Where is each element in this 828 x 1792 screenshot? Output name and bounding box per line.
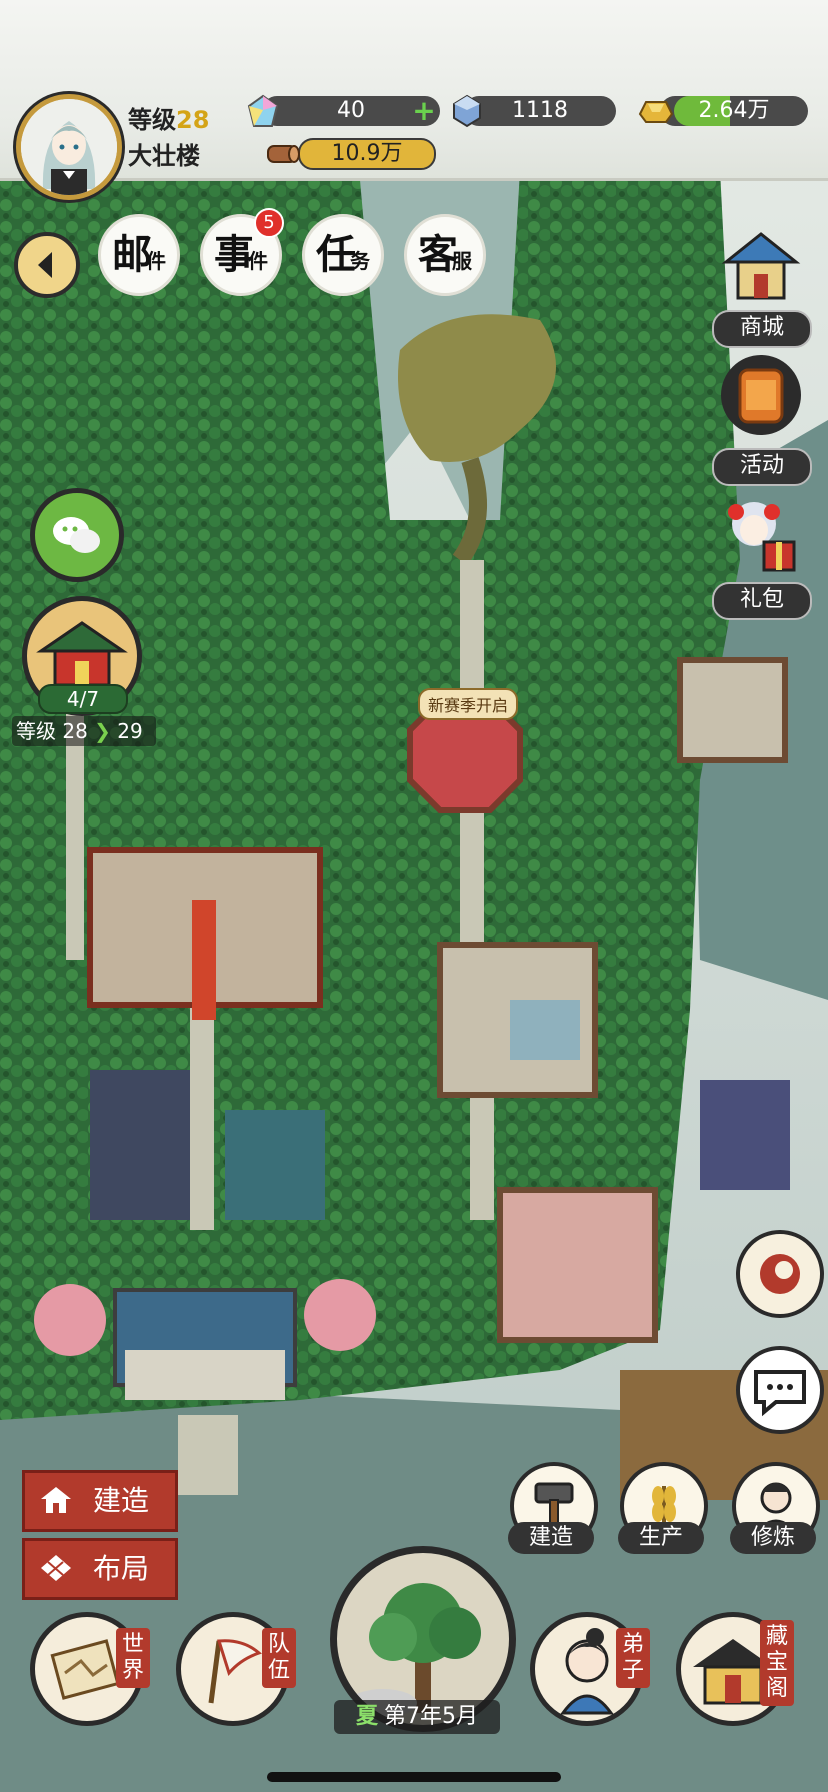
shop-button[interactable] xyxy=(716,222,806,312)
disciples-label: 弟 子 xyxy=(616,1628,650,1688)
gift-button[interactable] xyxy=(714,490,804,580)
hall-level-from: 28 xyxy=(62,719,88,743)
chat-button[interactable] xyxy=(736,1346,824,1434)
wechat-icon xyxy=(53,517,100,553)
crystal-value: 1118 xyxy=(512,98,568,123)
back-button[interactable] xyxy=(14,232,80,298)
events-badge: 5 xyxy=(254,208,284,238)
treasury-char-2: 宝 xyxy=(765,1650,788,1675)
sect-news-button[interactable] xyxy=(736,1230,824,1318)
cultivate-label[interactable]: 修炼 xyxy=(730,1522,816,1554)
swirl-icon xyxy=(760,1254,800,1294)
world-char-2: 界 xyxy=(121,1658,144,1683)
tasks-button[interactable]: 任务 xyxy=(302,214,384,296)
wood-value: 10.9万 xyxy=(331,141,403,166)
hall-level-upgrade: 等级 28 ❯ 29 xyxy=(12,716,156,746)
activity-button[interactable] xyxy=(716,350,806,440)
hall-level-to: 29 xyxy=(117,719,143,743)
gold-counter[interactable]: 2.64万 xyxy=(660,96,808,126)
gift-girl-icon xyxy=(728,502,796,572)
crystal-icon xyxy=(453,94,481,128)
arrow-left-icon xyxy=(38,252,52,278)
grid-tiles-icon xyxy=(41,1555,71,1581)
hall-progress: 4/7 xyxy=(38,684,128,714)
world-label: 世 界 xyxy=(116,1628,150,1688)
game-date: 夏第7年5月 xyxy=(334,1700,500,1734)
layout-mode-button[interactable]: 布局 xyxy=(22,1538,178,1600)
events-label-1: 事 xyxy=(214,231,254,278)
lantern-icon xyxy=(721,355,801,435)
produce-label[interactable]: 生产 xyxy=(618,1522,704,1554)
home-indicator[interactable] xyxy=(267,1772,561,1782)
build-mode-label: 建造 xyxy=(93,1484,150,1517)
house-icon xyxy=(41,1487,71,1513)
chat-bubble-icon xyxy=(754,1370,806,1417)
gold-value: 2.64万 xyxy=(698,98,770,123)
shop-label[interactable]: 商城 xyxy=(712,310,812,348)
player-level: 等级28 xyxy=(128,100,209,135)
chevron-right-icon: ❯ xyxy=(94,719,111,743)
player-avatar[interactable] xyxy=(16,94,122,200)
customer-service-button[interactable]: 客服 xyxy=(404,214,486,296)
build-mode-button[interactable]: 建造 xyxy=(22,1470,178,1532)
gift-label[interactable]: 礼包 xyxy=(712,582,812,620)
disciples-char-2: 子 xyxy=(621,1658,644,1683)
team-char-2: 伍 xyxy=(267,1658,290,1683)
events-label-2: 件 xyxy=(248,249,268,273)
layout-mode-label: 布局 xyxy=(93,1552,150,1585)
treasury-char-3: 阁 xyxy=(765,1676,788,1701)
gold-ingot-icon xyxy=(638,101,674,123)
date-label: 第7年5月 xyxy=(384,1704,478,1729)
level-label: 等级 xyxy=(128,106,176,134)
wechat-button[interactable] xyxy=(30,488,124,582)
wood-counter[interactable]: 10.9万 xyxy=(298,138,436,170)
disciples-char-1: 弟 xyxy=(621,1632,644,1657)
level-value: 28 xyxy=(176,106,210,134)
treasury-char-1: 藏 xyxy=(765,1624,788,1649)
mail-label-2: 件 xyxy=(146,249,166,273)
build-action-label[interactable]: 建造 xyxy=(508,1522,594,1554)
team-char-1: 队 xyxy=(267,1632,290,1657)
service-label-1: 客 xyxy=(418,231,458,278)
jade-counter[interactable]: 40 + xyxy=(262,96,440,126)
tasks-label-1: 任 xyxy=(316,231,356,278)
season-label: 夏 xyxy=(355,1704,378,1729)
jade-value: 40 xyxy=(337,98,365,123)
shop-pavilion-icon xyxy=(721,232,801,300)
team-label: 队 伍 xyxy=(262,1628,296,1688)
top-hud: 等级28 大壮楼 40 + 1118 2.64万 10.9万 xyxy=(0,0,828,200)
sect-name: 大壮楼 xyxy=(128,142,200,170)
activity-label[interactable]: 活动 xyxy=(712,448,812,486)
world-char-1: 世 xyxy=(121,1632,144,1657)
wood-log-icon xyxy=(267,145,300,163)
avatar-portrait-icon xyxy=(21,99,117,195)
treasury-label: 藏 宝 阁 xyxy=(760,1620,794,1706)
jade-gem-icon xyxy=(247,94,279,127)
mail-label-1: 邮 xyxy=(112,231,152,278)
new-season-sign[interactable]: 新赛季开启 xyxy=(418,688,519,720)
mail-button[interactable]: 邮件 xyxy=(98,214,180,296)
crystal-counter[interactable]: 1118 xyxy=(464,96,616,126)
add-jade-button[interactable]: + xyxy=(412,97,436,125)
tasks-label-2: 务 xyxy=(350,249,370,273)
hall-level-label: 等级 xyxy=(16,719,56,743)
service-label-2: 服 xyxy=(452,249,472,273)
